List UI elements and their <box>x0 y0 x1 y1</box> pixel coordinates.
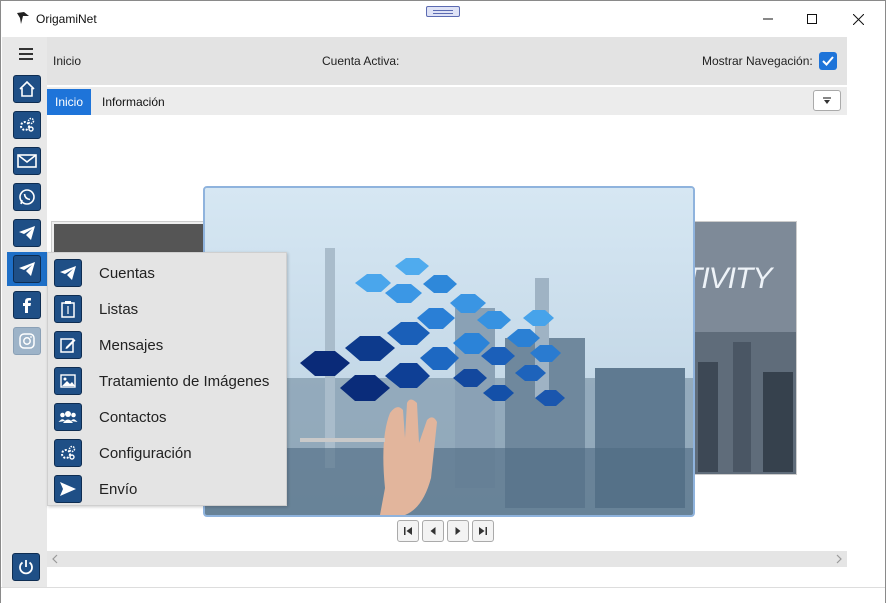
contacts-icon <box>58 411 78 423</box>
menu-item-configuracion[interactable]: Configuración <box>48 435 288 471</box>
envelope-icon <box>17 154 37 168</box>
whatsapp-icon <box>19 189 35 205</box>
sidebar-item-whatsapp[interactable] <box>13 183 41 211</box>
bottom-strip <box>47 567 847 587</box>
tab-inicio[interactable]: Inicio <box>47 89 92 115</box>
menu-item-label: Mensajes <box>99 337 164 354</box>
instagram-icon <box>19 333 35 349</box>
close-icon <box>852 13 864 25</box>
menu-item-label: Listas <box>99 301 139 318</box>
tab-informacion[interactable]: Información <box>94 89 173 115</box>
menu-item-label: Configuración <box>99 445 192 462</box>
sidebar-item-telegram[interactable] <box>13 219 41 247</box>
pager-last-button[interactable] <box>472 520 494 542</box>
maximize-button[interactable] <box>789 1 835 37</box>
menu-item-contactos[interactable]: Contactos <box>48 399 288 435</box>
menu-item-label: Tratamiento de Imágenes <box>99 373 270 390</box>
menu-item-listas[interactable]: Listas <box>48 291 288 327</box>
prev-icon <box>430 527 436 535</box>
carousel-right-card[interactable]: TIVITY <box>687 221 797 475</box>
close-button[interactable] <box>835 1 881 37</box>
app-window: OrigamiNet Inicio Cuenta Activa: Mostrar… <box>0 0 886 603</box>
facebook-icon <box>23 298 31 313</box>
carousel-left-header <box>54 224 208 254</box>
home-icon <box>19 80 35 97</box>
edit-icon <box>60 338 76 353</box>
app-title: OrigamiNet <box>36 12 97 26</box>
clipboard-icon <box>61 301 75 318</box>
minimize-icon <box>763 18 773 20</box>
menu-item-label: Cuentas <box>99 265 155 282</box>
telegram-icon <box>19 226 35 240</box>
pager-first-button[interactable] <box>397 520 419 542</box>
status-bar <box>1 587 885 603</box>
pager-prev-button[interactable] <box>422 520 444 542</box>
image-icon <box>60 374 76 388</box>
horizontal-scrollbar[interactable] <box>47 551 847 567</box>
sidebar-item-facebook[interactable] <box>13 291 41 319</box>
menu-item-label: Envío <box>99 481 138 498</box>
top-info-bar: Inicio Cuenta Activa: Mostrar Navegación… <box>47 37 847 85</box>
carousel-right-image <box>688 222 796 474</box>
scroll-left-icon[interactable] <box>51 554 59 564</box>
scroll-right-icon[interactable] <box>835 554 843 564</box>
telegram-icon <box>19 262 35 276</box>
hamburger-icon[interactable] <box>19 48 33 60</box>
pager-next-button[interactable] <box>447 520 469 542</box>
sidebar-item-instagram[interactable] <box>13 327 41 355</box>
gears-icon <box>20 117 35 132</box>
menu-item-cuentas[interactable]: Cuentas <box>48 255 288 291</box>
telegram-icon <box>60 266 76 280</box>
menu-item-tratamiento-imagenes[interactable]: Tratamiento de Imágenes <box>48 363 288 399</box>
power-button[interactable] <box>12 553 40 581</box>
sidebar-item-telegram-active[interactable] <box>7 252 47 286</box>
sidebar-item-settings[interactable] <box>13 111 41 139</box>
last-icon <box>479 527 487 535</box>
collapse-down-icon <box>823 96 831 104</box>
sidebar-item-email[interactable] <box>13 147 41 175</box>
next-icon <box>455 527 461 535</box>
maximize-icon <box>807 14 817 24</box>
drag-grip-icon[interactable] <box>426 6 460 17</box>
menu-item-label: Contactos <box>99 409 167 426</box>
first-icon <box>404 527 412 535</box>
menu-item-mensajes[interactable]: Mensajes <box>48 327 288 363</box>
breadcrumb: Inicio <box>53 54 82 68</box>
show-nav-label: Mostrar Navegación: <box>702 54 813 68</box>
collapse-button[interactable] <box>813 90 841 111</box>
telegram-flyout-menu: Cuentas Listas Mensajes Tratamiento de I… <box>47 252 287 506</box>
show-nav-checkbox[interactable] <box>819 52 837 70</box>
carousel-right-caption: TIVITY <box>687 262 772 295</box>
title-bar: OrigamiNet <box>1 1 885 37</box>
minimize-button[interactable] <box>745 1 791 37</box>
sidebar-item-home[interactable] <box>13 75 41 103</box>
power-icon <box>19 560 33 575</box>
sidebar <box>2 37 47 587</box>
origami-logo-icon <box>17 12 29 24</box>
active-account-label: Cuenta Activa: <box>322 54 400 68</box>
gears-icon <box>61 445 76 460</box>
menu-item-envio[interactable]: Envío <box>48 471 288 507</box>
send-icon <box>60 482 76 496</box>
tab-bar: Inicio Información <box>47 87 847 115</box>
checkmark-icon <box>822 56 834 66</box>
